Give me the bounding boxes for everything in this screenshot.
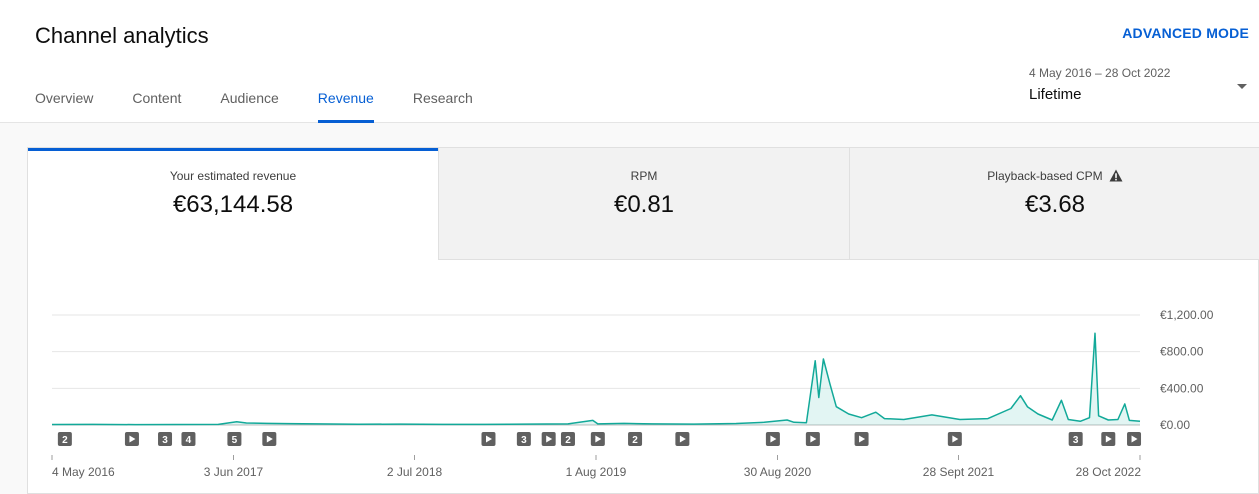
video-marker-play[interactable]: [1101, 432, 1116, 446]
video-marker-play[interactable]: [765, 432, 780, 446]
x-tick-label: 30 Aug 2020: [744, 465, 812, 479]
marker-count: 3: [1073, 435, 1079, 446]
x-tick-label: 28 Oct 2022: [1076, 465, 1142, 479]
y-tick-label: €1,200.00: [1160, 308, 1214, 322]
series-area: [52, 333, 1140, 425]
video-marker-play[interactable]: [1127, 432, 1142, 446]
marker-count: 2: [565, 435, 571, 446]
y-tick-label: €400.00: [1160, 381, 1204, 395]
video-markers: 2 3 4 5 3 2 2 3: [57, 432, 1142, 446]
video-marker-play[interactable]: [854, 432, 869, 446]
series-line: [51, 332, 1141, 426]
chart-series: [51, 332, 1141, 426]
x-tick-label: 4 May 2016: [52, 465, 115, 479]
video-marker-count[interactable]: 2: [57, 432, 72, 446]
marker-count: 3: [162, 435, 168, 446]
video-marker-play[interactable]: [947, 432, 962, 446]
x-tick-label: 1 Aug 2019: [566, 465, 627, 479]
video-marker-play[interactable]: [805, 432, 820, 446]
video-marker-count[interactable]: 4: [181, 432, 196, 446]
video-marker-play[interactable]: [262, 432, 277, 446]
marker-count: 4: [186, 435, 192, 446]
marker-count: 2: [632, 435, 638, 446]
video-marker-count[interactable]: 5: [227, 432, 242, 446]
video-marker-play[interactable]: [124, 432, 139, 446]
marker-count: 5: [232, 435, 238, 446]
x-tick-label: 3 Jun 2017: [204, 465, 264, 479]
x-tick-label: 28 Sept 2021: [923, 465, 995, 479]
video-marker-play[interactable]: [541, 432, 556, 446]
marker-count: 2: [62, 435, 68, 446]
y-axis: €0.00 €400.00 €800.00 €1,200.00: [1160, 308, 1214, 432]
revenue-chart: €0.00 €400.00 €800.00 €1,200.00 2 3 4 5 3 2 2 3 4 …: [51, 308, 1214, 479]
video-marker-play[interactable]: [590, 432, 605, 446]
x-axis: 4 May 2016 3 Jun 2017 2 Jul 2018 1 Aug 2019…: [51, 455, 1142, 479]
video-marker-count[interactable]: 3: [158, 432, 173, 446]
video-marker-play[interactable]: [481, 432, 496, 446]
marker-count: 3: [521, 435, 527, 446]
y-tick-label: €0.00: [1160, 418, 1190, 432]
y-tick-label: €800.00: [1160, 345, 1204, 359]
video-marker-count[interactable]: 2: [628, 432, 643, 446]
chart-gridlines: [52, 314, 1140, 426]
video-marker-count[interactable]: 2: [560, 432, 575, 446]
video-marker-count[interactable]: 3: [516, 432, 531, 446]
video-marker-play[interactable]: [675, 432, 690, 446]
video-marker-count[interactable]: 3: [1068, 432, 1083, 446]
x-tick-label: 2 Jul 2018: [387, 465, 443, 479]
